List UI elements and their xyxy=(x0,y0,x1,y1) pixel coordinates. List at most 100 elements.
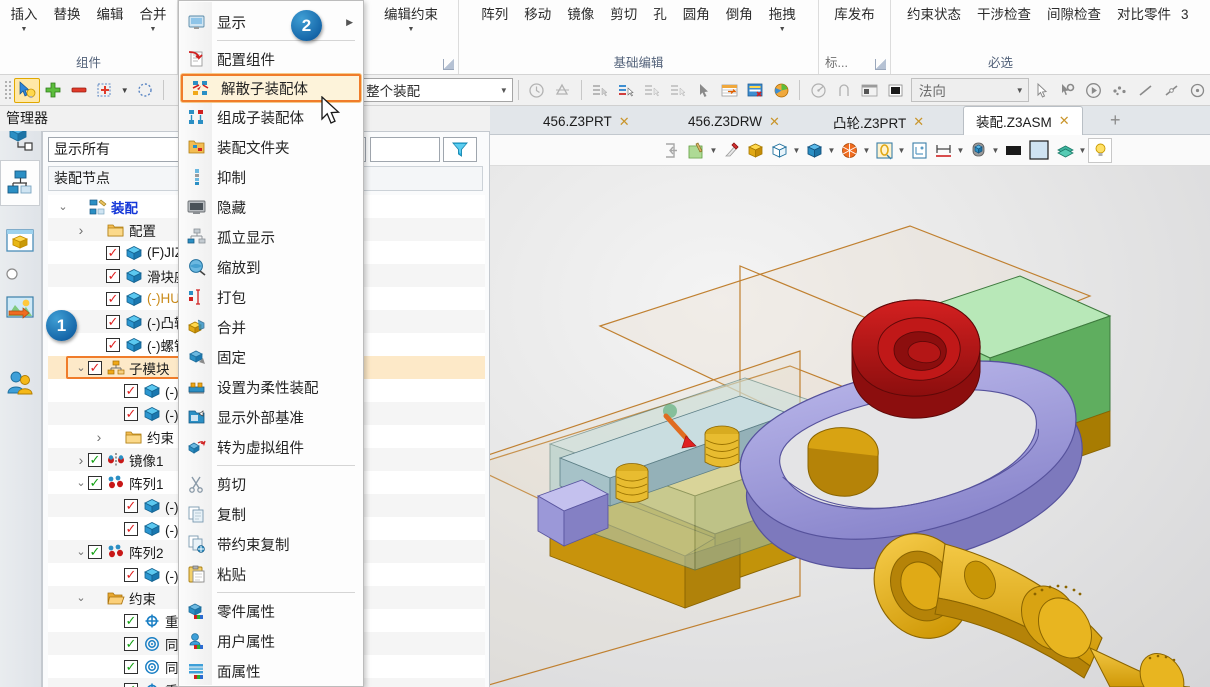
menu-item-merge[interactable]: 合并 xyxy=(179,312,363,342)
chevron-down-icon[interactable]: ▼ xyxy=(708,138,719,163)
menu-item-zoom-to[interactable]: 缩放到 xyxy=(179,252,363,282)
scope-combo[interactable]: 整个装配 ▼ xyxy=(358,78,513,102)
select-gear-icon[interactable] xyxy=(1055,78,1081,103)
chevron-down-icon[interactable]: ▼ xyxy=(791,138,802,163)
circle-point-icon[interactable] xyxy=(1184,78,1210,103)
list-arrow-2-icon[interactable] xyxy=(613,78,639,103)
eraser-icon[interactable] xyxy=(719,138,743,163)
ribbon-cmd-edit[interactable]: 编辑 xyxy=(89,6,132,35)
insert-pattern-icon[interactable] xyxy=(92,78,118,103)
ribbon-cmd-clearance-check[interactable]: 间隙检查 xyxy=(1039,6,1109,23)
menu-item-external-datum[interactable]: 显示外部基准 xyxy=(179,402,363,432)
menu-item-assembly-folder[interactable]: 装配文件夹 xyxy=(179,132,363,162)
menu-item-face-attributes[interactable]: 面属性 xyxy=(179,656,363,686)
chevron-down-icon[interactable]: ▼ xyxy=(779,25,786,35)
close-tab-icon[interactable]: ✕ xyxy=(1059,113,1070,129)
menu-item-fix[interactable]: 固定 xyxy=(179,342,363,372)
play-icon[interactable] xyxy=(1080,78,1106,103)
ribbon-cmd-extra[interactable]: 3 xyxy=(1179,6,1191,23)
ribbon-cmd-interference-check[interactable]: 干涉检查 xyxy=(969,6,1039,23)
path-icon[interactable] xyxy=(831,78,857,103)
chevron-down-icon[interactable]: ▼ xyxy=(150,25,157,35)
tree-row-checkbox[interactable]: ✓ xyxy=(88,475,102,490)
chevron-down-icon[interactable]: ⌄ xyxy=(74,591,88,604)
layers-icon[interactable] xyxy=(1053,138,1077,163)
menu-item-hide[interactable]: 隐藏 xyxy=(179,192,363,222)
tree-row-checkbox[interactable]: ✓ xyxy=(124,498,138,513)
assembly-manager-icon[interactable] xyxy=(0,160,40,206)
remove-component-icon[interactable] xyxy=(66,78,92,103)
background-black-icon[interactable] xyxy=(1001,138,1025,163)
ribbon-cmd-edit-constraint[interactable]: 编辑约束 ▼ xyxy=(376,6,446,35)
chevron-right-icon[interactable]: › xyxy=(92,429,106,445)
tree-row-checkbox[interactable]: ✓ xyxy=(124,383,138,398)
tree-row-checkbox[interactable]: ✓ xyxy=(124,521,138,536)
menu-item-copy[interactable]: 复制 xyxy=(179,499,363,529)
light-icon[interactable] xyxy=(1088,137,1112,163)
background-swatch-icon[interactable] xyxy=(883,78,909,103)
toolbar-grip[interactable] xyxy=(4,80,12,100)
filter-icon[interactable] xyxy=(443,136,477,162)
tree-row-checkbox[interactable]: ✓ xyxy=(106,291,120,306)
line-point-icon[interactable] xyxy=(1158,78,1184,103)
angle-icon[interactable] xyxy=(805,78,831,103)
menu-item-display[interactable]: 显示 ▶ xyxy=(179,7,363,37)
layer-manager-icon[interactable] xyxy=(0,218,40,264)
tree-row-checkbox[interactable]: ✓ xyxy=(106,268,120,283)
ribbon-cmd-compare-parts[interactable]: 对比零件 xyxy=(1109,6,1179,23)
point-marker-icon[interactable] xyxy=(0,264,40,284)
list-arrow-4-icon[interactable] xyxy=(664,78,690,103)
menu-item-cut[interactable]: 剪切 xyxy=(179,469,363,499)
close-tab-icon[interactable]: ✕ xyxy=(619,114,630,130)
ribbon-cmd-pattern[interactable]: 阵列 xyxy=(473,6,516,35)
panel-icon[interactable] xyxy=(857,78,883,103)
shaded-icon[interactable] xyxy=(743,138,767,163)
smart-select-icon[interactable] xyxy=(13,77,40,103)
section-icon[interactable] xyxy=(837,138,861,163)
list-arrow-3-icon[interactable] xyxy=(639,78,665,103)
line-icon[interactable] xyxy=(1132,78,1158,103)
chevron-down-icon[interactable]: ⌄ xyxy=(74,361,88,374)
ribbon-cmd-constraint-status[interactable]: 约束状态 xyxy=(899,6,969,23)
tree-row-checkbox[interactable]: ✓ xyxy=(124,682,138,687)
ribbon-cmd-insert[interactable]: 插入 ▼ xyxy=(3,6,46,35)
menu-item-isolate[interactable]: 孤立显示 xyxy=(179,222,363,252)
document-tab[interactable]: 装配.Z3ASM ✕ xyxy=(963,106,1083,136)
dashed-circle-icon[interactable] xyxy=(132,78,158,103)
dialog-launcher-icon[interactable] xyxy=(443,59,454,70)
tree-row-checkbox[interactable]: ✓ xyxy=(106,337,120,352)
bom-icon[interactable] xyxy=(742,78,768,103)
tree-row-checkbox[interactable]: ✓ xyxy=(124,636,138,651)
visual-manager-icon[interactable] xyxy=(0,284,40,330)
chevron-down-icon[interactable]: ▼ xyxy=(118,78,132,103)
filter-input[interactable] xyxy=(370,136,440,162)
tree-row-checkbox[interactable]: ✓ xyxy=(106,245,120,260)
user-manager-icon[interactable] xyxy=(0,360,40,406)
add-component-icon[interactable] xyxy=(40,78,66,103)
chevron-down-icon[interactable]: ▼ xyxy=(955,138,966,163)
chevron-down-icon[interactable]: ▼ xyxy=(1016,86,1024,95)
ribbon-cmd-trim[interactable]: 剪切 xyxy=(602,6,645,35)
ribbon-cmd-move[interactable]: 移动 xyxy=(516,6,559,35)
menu-item-virtual-component[interactable]: 转为虚拟组件 xyxy=(179,432,363,462)
direction-combo[interactable]: 法向 ▼ xyxy=(910,78,1029,102)
menu-item-paste[interactable]: 粘贴 xyxy=(179,559,363,589)
ribbon-cmd-merge[interactable]: 合并 ▼ xyxy=(132,6,175,35)
menu-item-configure-component[interactable]: 配置组件 xyxy=(179,44,363,74)
tree-row-checkbox[interactable]: ✓ xyxy=(124,613,138,628)
background-blue-icon[interactable] xyxy=(1025,138,1053,163)
tree-row-checkbox[interactable]: ✓ xyxy=(106,314,120,329)
tree-row-checkbox[interactable]: ✓ xyxy=(124,406,138,421)
select-cursor-icon[interactable] xyxy=(1029,78,1055,103)
orientation-icon[interactable] xyxy=(966,138,990,163)
ribbon-cmd-hole[interactable]: 孔 xyxy=(645,6,675,35)
mirror-icon[interactable] xyxy=(550,78,576,103)
zoom-window-icon[interactable] xyxy=(872,138,896,163)
tree-row-checkbox[interactable]: ✓ xyxy=(88,544,102,559)
chevron-down-icon[interactable]: ▼ xyxy=(408,25,415,35)
table-icon[interactable] xyxy=(716,78,742,103)
document-tab[interactable]: 456.Z3DRW ✕ xyxy=(675,108,793,135)
wireframe-icon[interactable] xyxy=(767,138,791,163)
ribbon-cmd-mirror[interactable]: 镜像 xyxy=(559,6,602,35)
menu-item-flexible-assembly[interactable]: 设置为柔性装配 xyxy=(179,372,363,402)
